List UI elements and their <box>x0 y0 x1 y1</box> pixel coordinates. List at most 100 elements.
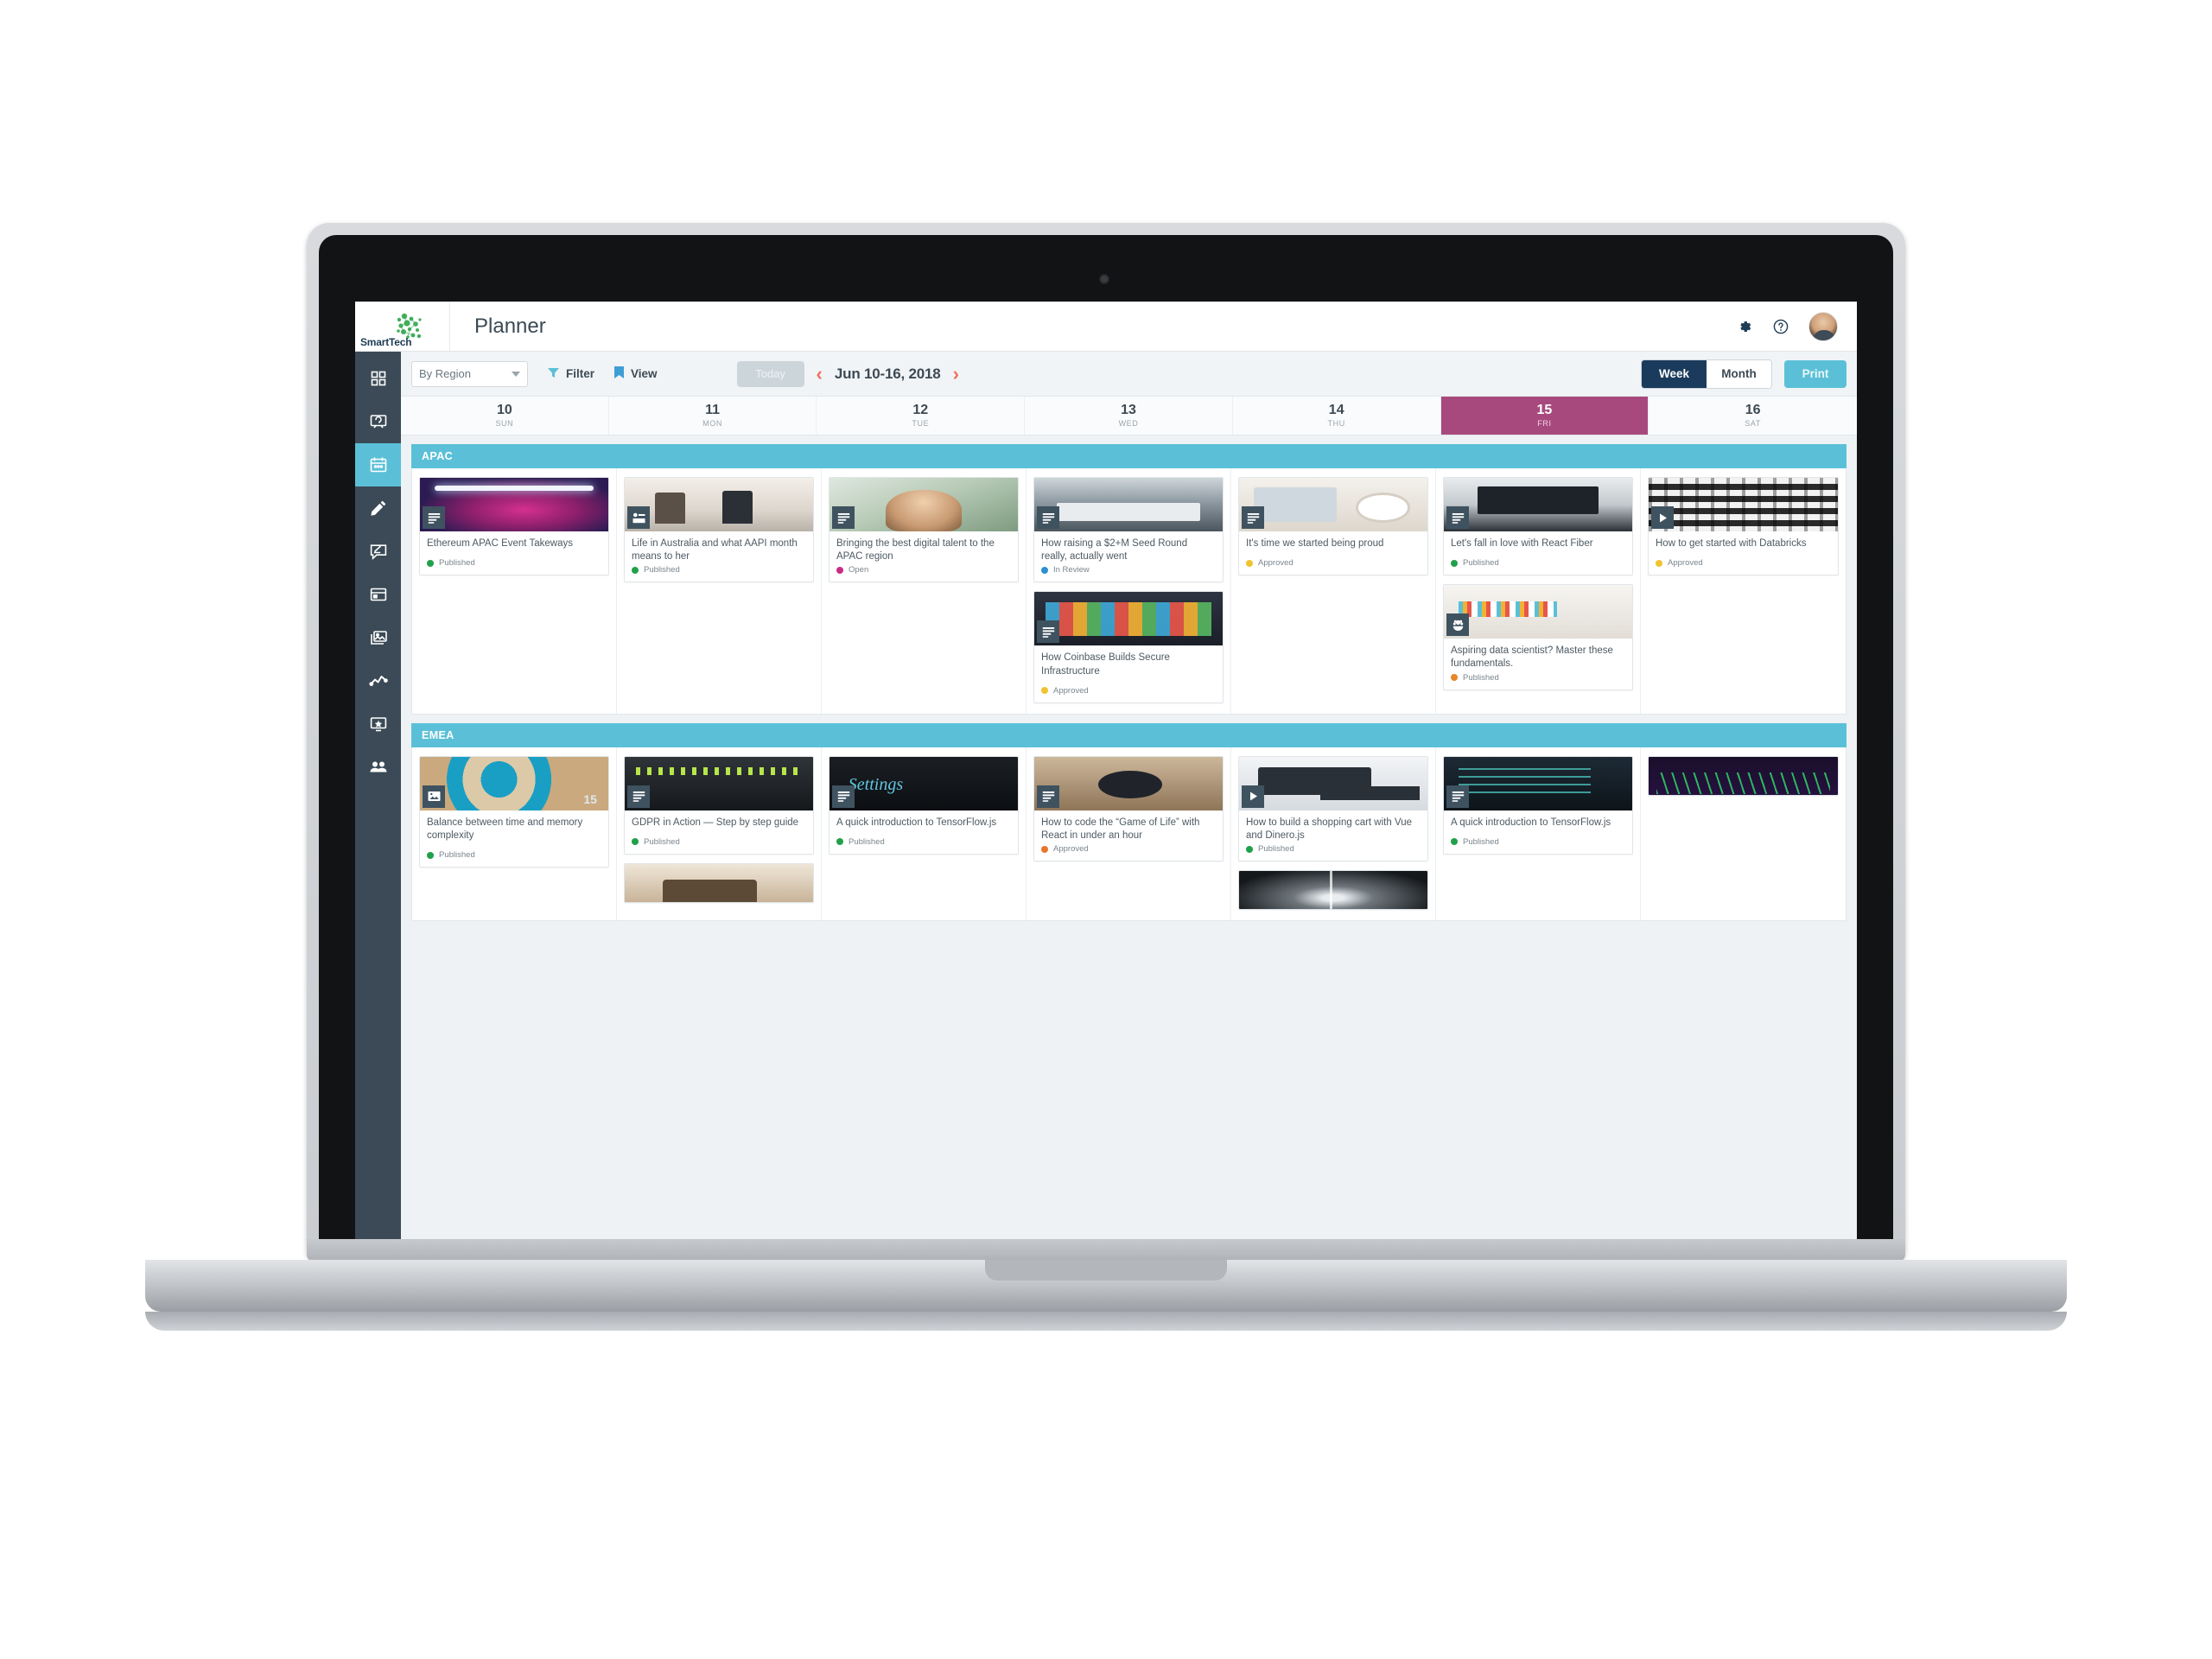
card-thumbnail <box>1649 478 1838 531</box>
gear-icon[interactable] <box>1736 318 1753 335</box>
status-label: Published <box>644 836 680 847</box>
region-group-title: EMEA <box>411 722 1847 747</box>
sidebar-item-campaigns[interactable] <box>355 400 401 443</box>
tab-month[interactable]: Month <box>1707 359 1771 388</box>
content-card[interactable]: Ethereum APAC Event Takeways Published <box>419 477 609 576</box>
day-column[interactable] <box>1641 747 1846 920</box>
day-header-sun[interactable]: 10 SUN <box>401 397 609 435</box>
region-group-body: Ethereum APAC Event Takeways Published Lif… <box>411 468 1847 715</box>
day-header-mon[interactable]: 11 MON <box>609 397 817 435</box>
thumbnail-image <box>1444 756 1632 810</box>
content-card[interactable]: A quick introduction to TensorFlow.js Pub… <box>829 755 1019 855</box>
planner-toolbar: By Region Filter View Today ‹ Jun 10-16,… <box>401 352 1857 396</box>
today-button[interactable]: Today <box>736 360 804 387</box>
day-column[interactable]: How raising a $2+M Seed Round really, ac… <box>1027 468 1231 714</box>
status-badge: Published <box>427 850 601 860</box>
blog-post-icon <box>627 506 650 529</box>
day-header-row: 10 SUN 11 MON 12 TUE 13 WED 14 THU 15 FRI 16 SAT <box>401 396 1857 435</box>
day-column[interactable]: GDPR in Action — Step by step guide Publi… <box>617 747 822 921</box>
day-column[interactable]: A quick introduction to TensorFlow.js Pub… <box>1436 747 1641 921</box>
day-column[interactable]: Let's fall in love with React Fiber Publi… <box>1436 468 1641 714</box>
content-card[interactable]: Life in Australia and what AAPI month me… <box>624 477 814 583</box>
view-button[interactable]: View <box>613 365 658 382</box>
day-column[interactable]: A quick introduction to TensorFlow.js Pub… <box>822 747 1027 921</box>
image-icon <box>423 785 445 808</box>
day-column[interactable]: Ethereum APAC Event Takeways Published <box>412 468 617 714</box>
day-header-sat[interactable]: 16 SAT <box>1649 397 1857 435</box>
day-column[interactable]: Balance between time and memory complexi… <box>412 747 617 921</box>
top-bar: SmartTech Planner <box>355 302 1857 352</box>
group-by-value: By Region <box>419 367 471 380</box>
thumbnail-image <box>1239 756 1427 810</box>
sidebar-item-featured[interactable] <box>355 702 401 746</box>
sidebar-item-assets[interactable] <box>355 616 401 659</box>
sidebar-item-planner[interactable] <box>355 443 401 486</box>
sidebar-item-pages[interactable] <box>355 573 401 616</box>
content-card[interactable]: How raising a $2+M Seed Round really, ac… <box>1033 477 1224 583</box>
content-card[interactable] <box>1648 755 1839 796</box>
avatar[interactable] <box>1808 311 1838 341</box>
status-dot <box>836 838 843 846</box>
print-button[interactable]: Print <box>1784 359 1847 388</box>
status-dot <box>1451 674 1458 682</box>
video-play-icon <box>1651 506 1674 529</box>
chevron-left-icon[interactable]: ‹ <box>804 364 835 384</box>
card-body: How Coinbase Builds Secure Infrastructur… <box>1034 645 1223 702</box>
status-dot <box>1246 845 1253 853</box>
tab-week[interactable]: Week <box>1642 359 1707 388</box>
content-card[interactable]: How to code the “Game of Life” with Reac… <box>1033 755 1224 862</box>
content-card[interactable]: How to get started with Databricks Approv… <box>1648 477 1839 576</box>
day-header-wed[interactable]: 13 WED <box>1025 397 1233 435</box>
status-label: Published <box>439 850 475 861</box>
group-by-select[interactable]: By Region <box>411 360 528 387</box>
content-card[interactable] <box>1238 870 1428 911</box>
day-header-thu[interactable]: 14 THU <box>1233 397 1441 435</box>
status-dot <box>1451 838 1458 846</box>
status-badge: Published <box>1451 673 1625 683</box>
sidebar-item-create[interactable] <box>355 486 401 530</box>
thumbnail-image <box>1034 478 1223 531</box>
day-header-fri[interactable]: 15 FRI <box>1440 397 1649 435</box>
article-icon <box>1037 785 1059 808</box>
planner-app: SmartTech Planner By Region Filter View … <box>355 302 1857 1239</box>
question-circle-icon[interactable] <box>1772 318 1789 335</box>
status-dot <box>1656 559 1662 567</box>
day-number: 14 <box>1328 403 1344 418</box>
status-label: Approved <box>1668 558 1703 569</box>
content-card[interactable]: Aspiring data scientist? Master these fu… <box>1443 584 1633 690</box>
chevron-right-icon[interactable]: › <box>941 364 971 384</box>
content-card[interactable] <box>624 862 814 903</box>
sidebar <box>355 352 401 1239</box>
content-card[interactable]: A quick introduction to TensorFlow.js Pub… <box>1443 755 1633 855</box>
brand-logo[interactable]: SmartTech <box>355 302 450 352</box>
content-card[interactable]: Bringing the best digital talent to the … <box>829 477 1019 583</box>
content-card[interactable]: Balance between time and memory complexi… <box>419 755 609 868</box>
day-column[interactable]: How to code the “Game of Life” with Reac… <box>1027 747 1231 921</box>
status-badge: In Review <box>1041 565 1216 575</box>
day-column[interactable]: How to get started with Databricks Approv… <box>1641 468 1846 714</box>
day-column[interactable]: Bringing the best digital talent to the … <box>822 468 1027 714</box>
content-card[interactable]: GDPR in Action — Step by step guide Publi… <box>624 755 814 855</box>
status-label: Published <box>1463 836 1499 847</box>
content-card[interactable]: Let's fall in love with React Fiber Publi… <box>1443 477 1633 576</box>
sidebar-item-dashboard[interactable] <box>355 357 401 400</box>
status-label: Published <box>439 558 475 569</box>
date-range-label: Jun 10-16, 2018 <box>834 365 941 382</box>
content-card[interactable]: It's time we started being proud Approved <box>1238 477 1428 576</box>
day-column[interactable]: Life in Australia and what AAPI month me… <box>617 468 822 714</box>
sidebar-item-ideas[interactable] <box>355 530 401 573</box>
day-header-tue[interactable]: 12 TUE <box>817 397 1026 435</box>
status-dot <box>632 566 639 574</box>
content-card[interactable]: How to build a shopping cart with Vue an… <box>1238 755 1428 862</box>
day-column[interactable]: How to build a shopping cart with Vue an… <box>1231 747 1436 921</box>
sidebar-item-team[interactable] <box>355 746 401 789</box>
content-card[interactable]: How Coinbase Builds Secure Infrastructur… <box>1033 591 1224 703</box>
card-title: Balance between time and memory complexi… <box>427 817 583 841</box>
status-badge: Approved <box>1246 558 1421 568</box>
thumbnail-image <box>625 863 813 902</box>
sidebar-item-analytics[interactable] <box>355 659 401 702</box>
day-column[interactable]: It's time we started being proud Approved <box>1231 468 1436 714</box>
filter-button[interactable]: Filter <box>547 366 594 382</box>
top-bar-actions <box>1736 311 1857 341</box>
card-thumbnail <box>1649 756 1838 795</box>
